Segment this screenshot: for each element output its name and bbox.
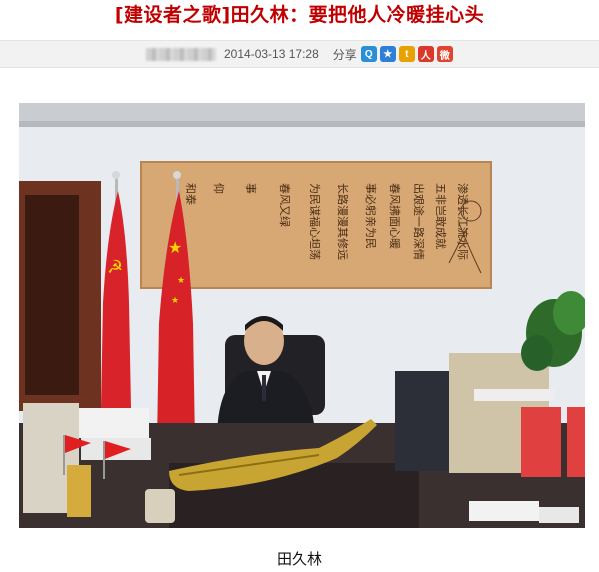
svg-text:事: 事 [244, 183, 257, 194]
qq-share-icon[interactable]: ★ [379, 46, 396, 62]
svg-text:★: ★ [168, 238, 182, 257]
svg-text:事必躬亲为民: 事必躬亲为民 [364, 183, 378, 249]
svg-text:长路漫漫其修远: 长路漫漫其修远 [336, 183, 350, 260]
share-icons: Q ★ t 人微 [360, 46, 456, 62]
blurred-source [146, 47, 216, 61]
publish-date: 2014-03-13 17:28 [224, 47, 319, 61]
share-label: 分享 [332, 47, 357, 62]
article-meta: 2014-03-13 17:28 分享 Q ★ t 人微 [146, 41, 456, 67]
sina-weibo-share-icon[interactable]: 微 [436, 46, 453, 62]
article-photo: 渗透长江流水际 五非岂敢成就 出艰途一路深情 春风拂面心暖 事必躬亲为民 长路漫… [19, 103, 585, 528]
photo-caption: 田久林 [276, 550, 322, 568]
svg-text:春风又绿: 春风又绿 [278, 183, 292, 227]
office-photo: 渗透长江流水际 五非岂敢成就 出艰途一路深情 春风拂面心暖 事必躬亲为民 长路漫… [19, 103, 585, 528]
tencent-weibo-share-icon[interactable]: t [398, 46, 415, 62]
svg-text:渗透长江流水际: 渗透长江流水际 [456, 183, 470, 260]
svg-text:春风拂面心暖: 春风拂面心暖 [388, 183, 402, 249]
qzone-share-icon[interactable]: Q [360, 46, 377, 62]
svg-text:☭: ☭ [107, 257, 123, 278]
article-headline: [建设者之歌]田久林：要把他人冷暖挂心头 [114, 4, 485, 26]
renren-share-icon[interactable]: 人 [417, 46, 434, 62]
svg-text:为民谋福心坦荡: 为民谋福心坦荡 [308, 183, 322, 260]
svg-text:★: ★ [177, 276, 185, 286]
svg-text:出艰途一路深情: 出艰途一路深情 [412, 183, 426, 260]
svg-text:和泰: 和泰 [184, 183, 198, 205]
svg-text:五非岂敢成就: 五非岂敢成就 [434, 183, 448, 249]
svg-text:★: ★ [171, 296, 179, 306]
svg-text:仰: 仰 [212, 183, 226, 194]
calligraphy-board: 渗透长江流水际 五非岂敢成就 出艰途一路深情 春风拂面心暖 事必躬亲为民 长路漫… [140, 161, 492, 289]
article-meta-bar: 2014-03-13 17:28 分享 Q ★ t 人微 [0, 40, 599, 68]
